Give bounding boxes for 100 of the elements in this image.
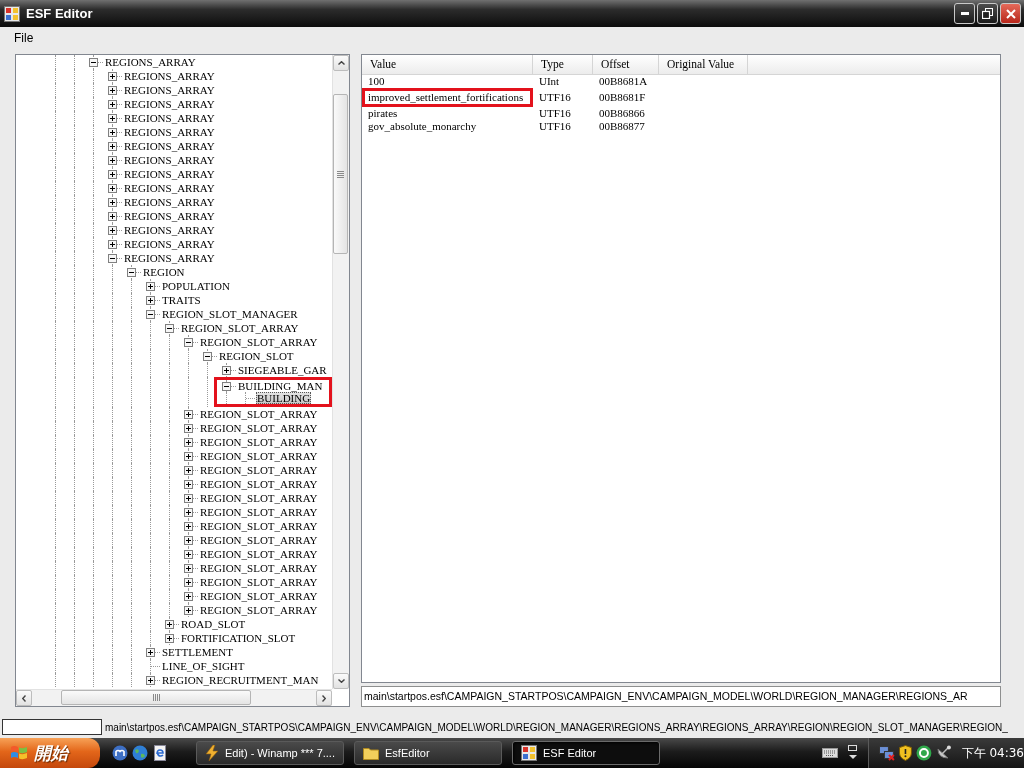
- tree-node[interactable]: REGION_SLOT_ARRAY: [199, 435, 319, 449]
- menu-item[interactable]: File: [8, 28, 40, 47]
- tree-node[interactable]: REGIONS_ARRAY: [104, 55, 197, 69]
- minus-box-icon[interactable]: [89, 57, 98, 67]
- close-button[interactable]: [1000, 3, 1021, 24]
- plus-box-icon[interactable]: [108, 99, 117, 109]
- plus-box-icon[interactable]: [108, 141, 117, 151]
- plus-box-icon[interactable]: [146, 281, 155, 291]
- minus-box-icon[interactable]: [203, 351, 212, 361]
- plus-box-icon[interactable]: [108, 127, 117, 137]
- plus-box-icon[interactable]: [146, 295, 155, 305]
- scroll-thumb[interactable]: [61, 690, 251, 705]
- plus-box-icon[interactable]: [108, 239, 117, 249]
- plus-box-icon[interactable]: [108, 85, 117, 95]
- scroll-up-button[interactable]: [333, 55, 349, 71]
- plus-box-icon[interactable]: [222, 365, 231, 375]
- tree-node[interactable]: LINE_OF_SIGHT: [161, 659, 246, 673]
- tree-node[interactable]: REGIONS_ARRAY: [123, 181, 216, 195]
- tree-node[interactable]: REGIONS_ARRAY: [123, 251, 216, 265]
- tree-node[interactable]: REGIONS_ARRAY: [123, 139, 216, 153]
- horizontal-scrollbar[interactable]: [16, 689, 332, 706]
- tree-node[interactable]: ROAD_SLOT: [180, 617, 247, 631]
- tree-node[interactable]: SIEGEABLE_GAR: [237, 363, 328, 377]
- tree-node[interactable]: REGION_SLOT_ARRAY: [199, 589, 319, 603]
- minus-box-icon[interactable]: [222, 381, 231, 391]
- keyboard-icon[interactable]: [822, 748, 838, 758]
- tree-node[interactable]: REGION_RECRUITMENT_MAN: [161, 673, 320, 687]
- tree-node[interactable]: REGION_SLOT_ARRAY: [199, 463, 319, 477]
- tree-node[interactable]: REGION_SLOT_ARRAY: [199, 335, 319, 349]
- scroll-thumb[interactable]: [333, 94, 348, 254]
- tree-node[interactable]: REGIONS_ARRAY: [123, 153, 216, 167]
- tree-node[interactable]: REGION_SLOT_ARRAY: [199, 407, 319, 421]
- tree-node[interactable]: REGION_SLOT_ARRAY: [199, 421, 319, 435]
- plus-box-icon[interactable]: [146, 675, 155, 685]
- column-header[interactable]: Offset: [593, 55, 659, 74]
- tree-node[interactable]: REGIONS_ARRAY: [123, 167, 216, 181]
- column-header[interactable]: Original Value: [659, 55, 748, 74]
- plus-box-icon[interactable]: [108, 183, 117, 193]
- column-header[interactable]: Value: [362, 55, 533, 74]
- minus-box-icon[interactable]: [127, 267, 136, 277]
- tree-node[interactable]: REGION_SLOT_ARRAY: [199, 505, 319, 519]
- tree-node[interactable]: REGIONS_ARRAY: [123, 195, 216, 209]
- tree-node[interactable]: REGION_SLOT_ARRAY: [199, 561, 319, 575]
- dish-icon[interactable]: [935, 745, 952, 761]
- ring-icon[interactable]: [915, 745, 932, 761]
- input-field[interactable]: [2, 719, 102, 735]
- page-icon[interactable]: [152, 745, 168, 761]
- tree-node[interactable]: REGION_SLOT_ARRAY: [199, 491, 319, 505]
- tree-node[interactable]: REGIONS_ARRAY: [123, 69, 216, 83]
- plus-box-icon[interactable]: [184, 507, 193, 517]
- tree-node[interactable]: REGION_SLOT_ARRAY: [199, 603, 319, 617]
- plus-box-icon[interactable]: [184, 437, 193, 447]
- tree-node[interactable]: REGION_SLOT_ARRAY: [199, 449, 319, 463]
- tree-node[interactable]: REGIONS_ARRAY: [123, 223, 216, 237]
- plus-box-icon[interactable]: [108, 211, 117, 221]
- network-icon[interactable]: [879, 745, 895, 761]
- minimize-button[interactable]: [954, 3, 975, 24]
- plus-box-icon[interactable]: [184, 535, 193, 545]
- minus-box-icon[interactable]: [146, 309, 155, 319]
- tree-node[interactable]: REGION: [142, 265, 186, 279]
- tree-node[interactable]: REGION_SLOT: [218, 349, 295, 363]
- tree-node[interactable]: BUILDING: [256, 392, 312, 404]
- tree-node[interactable]: TRAITS: [161, 293, 202, 307]
- path-field[interactable]: main\startpos.esf\CAMPAIGN_STARTPOS\CAMPAIGN_ENV\CAMPAIGN_MODEL\WORLD\REGION_MANAGER\REGIONS_AR: [361, 686, 1001, 707]
- plus-box-icon[interactable]: [184, 409, 193, 419]
- start-button[interactable]: 開始: [0, 738, 100, 768]
- plus-box-icon[interactable]: [184, 423, 193, 433]
- plus-box-icon[interactable]: [146, 647, 155, 657]
- tree-node[interactable]: REGIONS_ARRAY: [123, 83, 216, 97]
- window-switch-icon[interactable]: [848, 745, 858, 761]
- plus-box-icon[interactable]: [184, 563, 193, 573]
- tree-node[interactable]: SETTLEMENT: [161, 645, 234, 659]
- vertical-scrollbar[interactable]: [332, 55, 349, 689]
- tree-node[interactable]: REGION_SLOT_ARRAY: [199, 575, 319, 589]
- plus-box-icon[interactable]: [184, 521, 193, 531]
- minus-box-icon[interactable]: [108, 253, 117, 263]
- plus-box-icon[interactable]: [184, 605, 193, 615]
- tree-node[interactable]: REGIONS_ARRAY: [123, 97, 216, 111]
- plus-box-icon[interactable]: [108, 197, 117, 207]
- taskbar-button[interactable]: Edit) - Winamp *** 7....: [196, 741, 344, 765]
- tree-node[interactable]: BUILDING_MAN: [237, 380, 324, 392]
- minus-box-icon[interactable]: [184, 337, 193, 347]
- tree-node[interactable]: REGION_SLOT_ARRAY: [199, 533, 319, 547]
- plus-box-icon[interactable]: [108, 155, 117, 165]
- plus-box-icon[interactable]: [184, 451, 193, 461]
- plus-box-icon[interactable]: [184, 549, 193, 559]
- plus-box-icon[interactable]: [184, 591, 193, 601]
- globe-icon[interactable]: [132, 745, 148, 761]
- column-header[interactable]: Type: [533, 55, 593, 74]
- tree-node[interactable]: POPULATION: [161, 279, 231, 293]
- restore-button[interactable]: [977, 3, 998, 24]
- plus-box-icon[interactable]: [108, 113, 117, 123]
- tree-node[interactable]: REGIONS_ARRAY: [123, 125, 216, 139]
- tree-node[interactable]: REGIONS_ARRAY: [123, 111, 216, 125]
- plus-box-icon[interactable]: [108, 71, 117, 81]
- plus-box-icon[interactable]: [184, 479, 193, 489]
- scroll-down-button[interactable]: [333, 673, 349, 689]
- plus-box-icon[interactable]: [108, 169, 117, 179]
- tree-node[interactable]: REGION_SLOT_ARRAY: [180, 321, 300, 335]
- shield-icon[interactable]: [898, 745, 912, 761]
